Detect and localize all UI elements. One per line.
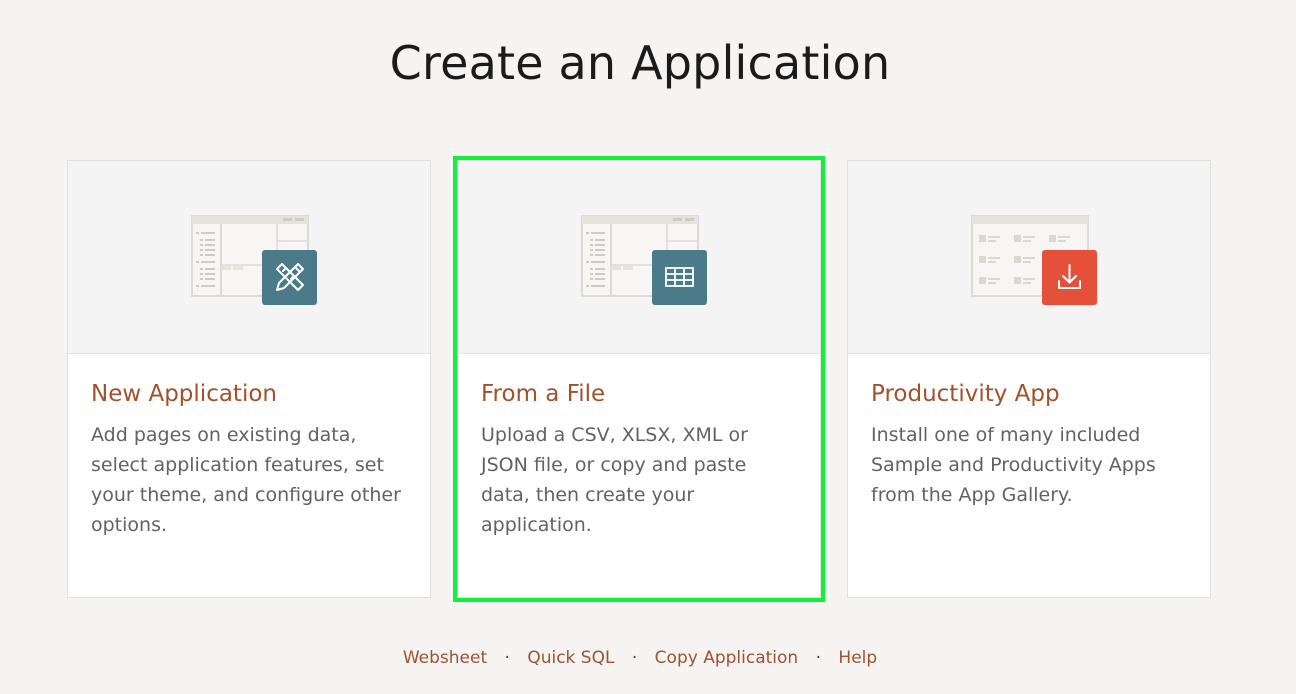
card-title: From a File: [481, 381, 606, 407]
link-separator: ·: [815, 648, 821, 668]
card-title: New Application: [91, 381, 277, 407]
card-description: Add pages on existing data, select appli…: [91, 424, 401, 536]
productivity-app-card[interactable]: Productivity App Install one of many inc…: [847, 160, 1211, 598]
card-illustration: [458, 161, 820, 354]
app-window-illustration: [191, 215, 317, 305]
copy-application-link[interactable]: Copy Application: [655, 648, 799, 668]
create-application-page: Create an Application New Application Ad…: [0, 0, 1296, 694]
card-description: Install one of many included Sample and …: [871, 424, 1156, 506]
link-separator: ·: [504, 648, 510, 668]
app-window-illustration: [581, 215, 707, 305]
card-title: Productivity App: [871, 381, 1060, 407]
page-title: Create an Application: [389, 36, 891, 90]
help-link[interactable]: Help: [838, 648, 877, 668]
gallery-window-illustration: [971, 215, 1097, 305]
footer-links: Websheet · Quick SQL · Copy Application …: [0, 648, 1280, 668]
quick-sql-link[interactable]: Quick SQL: [527, 648, 614, 668]
card-illustration: [848, 161, 1210, 354]
new-application-card[interactable]: New Application Add pages on existing da…: [67, 160, 431, 598]
from-a-file-card[interactable]: From a File Upload a CSV, XLSX, XML or J…: [453, 156, 825, 602]
card-illustration: [68, 161, 430, 354]
link-separator: ·: [631, 648, 638, 668]
card-description: Upload a CSV, XLSX, XML or JSON file, or…: [481, 424, 748, 536]
websheet-link[interactable]: Websheet: [403, 648, 487, 668]
